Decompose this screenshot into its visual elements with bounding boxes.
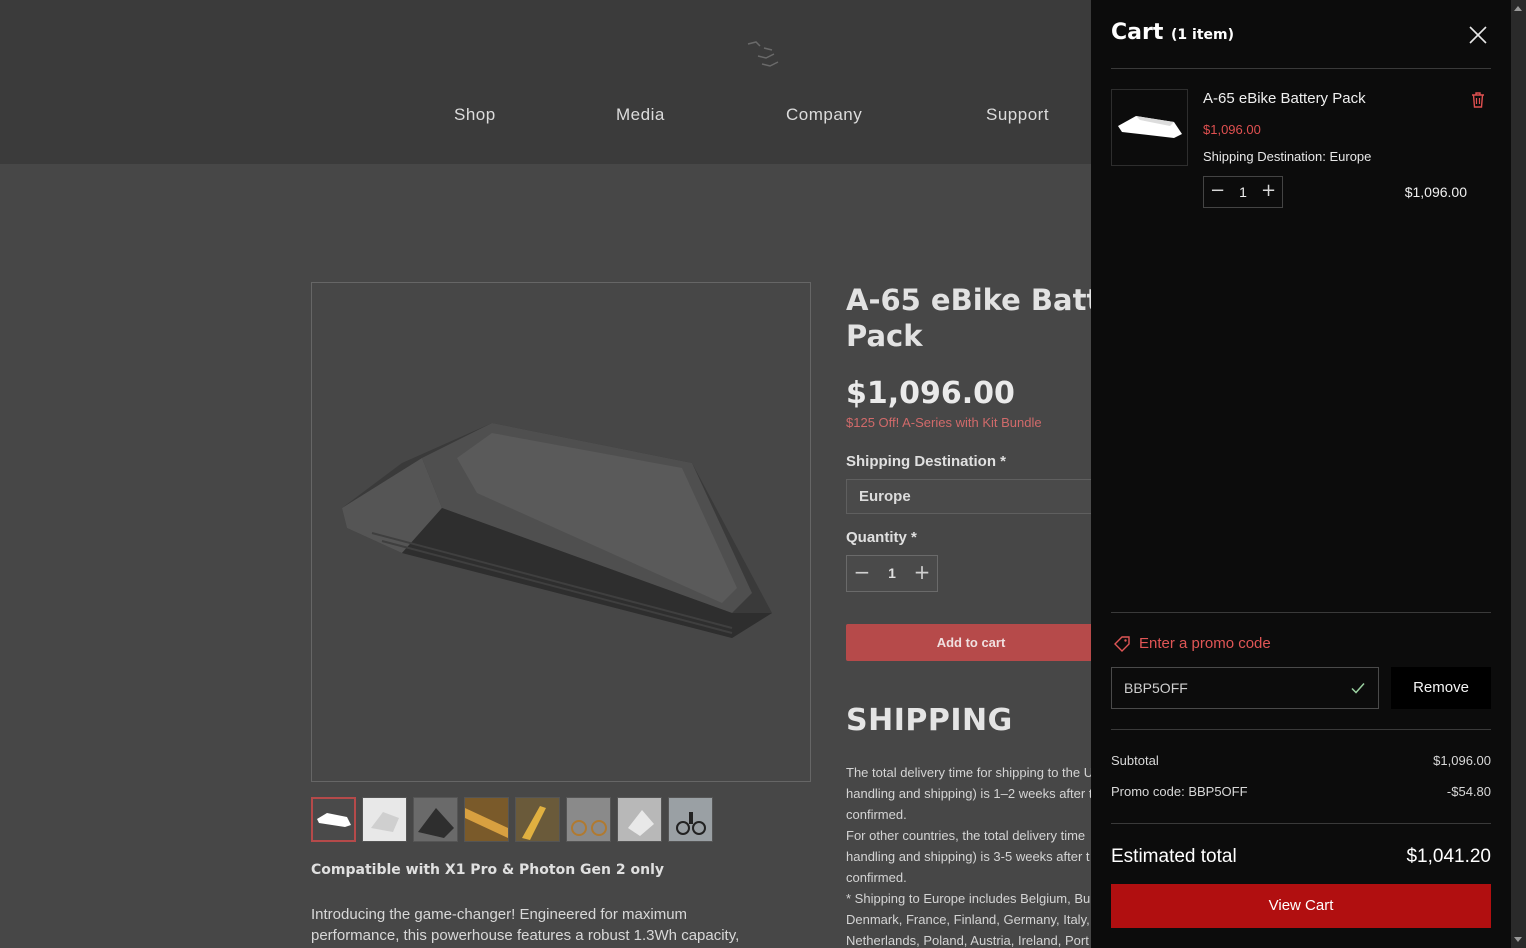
shipping-line: handling and shipping) is 3-5 weeks afte… — [846, 849, 1090, 864]
minus-icon[interactable]: − — [1204, 177, 1231, 207]
quantity-stepper: − 1 + — [846, 555, 938, 592]
promo-link-text: Enter a promo code — [1139, 635, 1271, 652]
cart-item-image[interactable] — [1111, 89, 1188, 166]
nav-company[interactable]: Company — [786, 105, 862, 125]
thumbnail[interactable] — [668, 797, 713, 842]
add-to-cart-button[interactable]: Add to cart — [846, 624, 1096, 661]
nav-shop[interactable]: Shop — [454, 105, 496, 125]
product-main-image[interactable] — [311, 282, 811, 782]
shipping-info: The total delivery time for shipping to … — [846, 762, 1091, 948]
thumbnail[interactable] — [566, 797, 611, 842]
check-icon — [1351, 683, 1365, 694]
promo-code-input[interactable] — [1112, 668, 1342, 708]
estimated-total-row: Estimated total $1,041.20 — [1111, 846, 1491, 872]
cart-title: Cart (1 item) — [1111, 20, 1234, 45]
compatibility-note: Compatible with X1 Pro & Photon Gen 2 on… — [311, 862, 664, 878]
title-line: Pack — [846, 319, 923, 353]
shipping-line: For other countries, the total delivery … — [846, 828, 1086, 843]
view-cart-button[interactable]: View Cart — [1111, 884, 1491, 928]
cart-title-text: Cart — [1111, 20, 1164, 45]
shipping-line: handling and shipping) is 1–2 weeks afte… — [846, 786, 1091, 801]
cart-item-count: (1 item) — [1171, 27, 1235, 43]
scroll-down-icon[interactable] — [1514, 937, 1522, 942]
shipping-line: Netherlands, Poland, Austria, Ireland, P… — [846, 933, 1089, 948]
cart-item-option: Shipping Destination: Europe — [1203, 149, 1372, 164]
remove-promo-button[interactable]: Remove — [1391, 667, 1491, 709]
product-promo-note: $125 Off! A-Series with Kit Bundle — [846, 415, 1042, 430]
scroll-up-icon[interactable] — [1514, 6, 1522, 11]
cart-item-price: $1,096.00 — [1203, 122, 1261, 137]
subtotal-row: Subtotal $1,096.00 — [1111, 753, 1491, 771]
brand-logo[interactable] — [744, 38, 784, 72]
quantity-label: Quantity * — [846, 529, 917, 546]
discount-label: Promo code: BBP5OFF — [1111, 784, 1248, 799]
promo-code-field — [1111, 667, 1379, 709]
intro-line: performance, this powerhouse features a … — [311, 927, 740, 944]
divider — [1111, 729, 1491, 730]
subtotal-value: $1,096.00 — [1433, 753, 1491, 768]
plus-icon[interactable]: + — [1255, 177, 1282, 207]
nav-media[interactable]: Media — [616, 105, 665, 125]
shipping-line: confirmed. — [846, 870, 907, 885]
product-title: A-65 eBike Batt Pack — [846, 282, 1091, 354]
thumbnail[interactable] — [413, 797, 458, 842]
close-icon[interactable] — [1467, 24, 1489, 46]
divider — [1111, 68, 1491, 69]
title-line: A-65 eBike Batt — [846, 283, 1091, 317]
quantity-value[interactable]: 1 — [877, 556, 907, 591]
cart-quantity-value[interactable]: 1 — [1231, 177, 1255, 207]
subtotal-label: Subtotal — [1111, 753, 1159, 768]
thumbnail[interactable] — [311, 797, 356, 842]
thumbnail[interactable] — [362, 797, 407, 842]
plus-icon[interactable]: + — [907, 556, 937, 591]
discount-value: -$54.80 — [1446, 784, 1491, 799]
battery-image — [342, 423, 772, 638]
estimated-total-label: Estimated total — [1111, 846, 1237, 867]
thumbnail[interactable] — [464, 797, 509, 842]
thumbnail[interactable] — [617, 797, 662, 842]
shipping-line: confirmed. — [846, 807, 907, 822]
tag-icon — [1114, 636, 1130, 652]
cart-quantity-stepper: − 1 + — [1203, 176, 1283, 208]
shipping-heading: SHIPPING — [846, 703, 1013, 738]
drawer-scrollbar[interactable] — [1511, 0, 1526, 948]
trash-icon[interactable] — [1469, 91, 1487, 109]
divider — [1111, 612, 1491, 613]
shipping-line: The total delivery time for shipping to … — [846, 765, 1091, 780]
discount-row: Promo code: BBP5OFF -$54.80 — [1111, 784, 1491, 802]
shipping-line: Denmark, France, Finland, Germany, Italy… — [846, 912, 1090, 927]
shipping-destination-select[interactable]: Europe — [846, 479, 1096, 514]
cart-item-name[interactable]: A-65 eBike Battery Pack — [1203, 90, 1366, 107]
shipping-destination-label: Shipping Destination * — [846, 453, 1006, 470]
intro-line: Introducing the game-changer! Engineered… — [311, 906, 688, 923]
product-price: $1,096.00 — [846, 376, 1015, 411]
cart-drawer: Cart (1 item) A-65 eBike Battery Pack $1… — [1091, 0, 1511, 948]
shipping-line: * Shipping to Europe includes Belgium, B… — [846, 891, 1091, 906]
product-intro: Introducing the game-changer! Engineered… — [311, 904, 771, 946]
nav-support[interactable]: Support — [986, 105, 1049, 125]
divider — [1111, 823, 1491, 824]
estimated-total-value: $1,041.20 — [1406, 846, 1491, 867]
minus-icon[interactable]: − — [847, 556, 877, 591]
main-nav: Shop Media Company Support — [0, 105, 1100, 129]
thumbnail[interactable] — [515, 797, 560, 842]
cart-item-total: $1,096.00 — [1404, 184, 1467, 200]
